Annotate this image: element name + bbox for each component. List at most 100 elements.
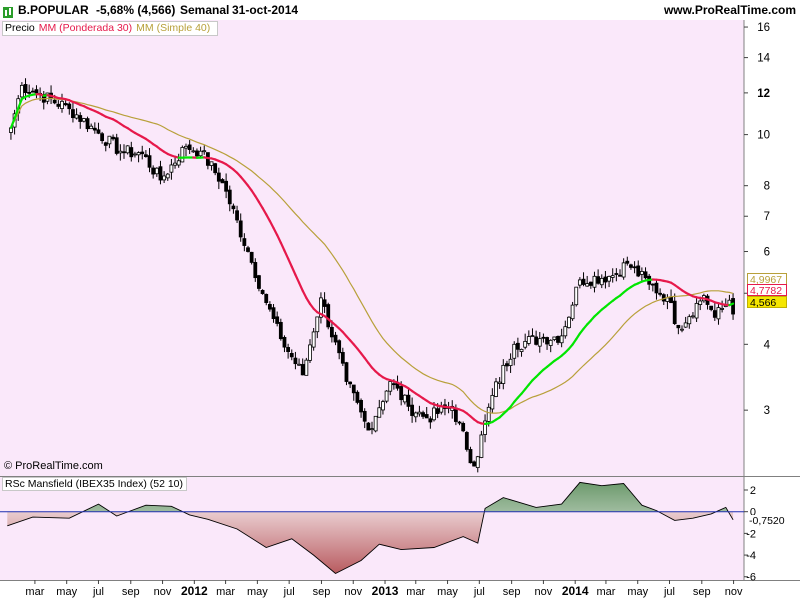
candle-body	[108, 136, 111, 144]
candle-body	[524, 341, 527, 347]
x-tick-label: nov	[344, 586, 362, 598]
x-tick-label: sep	[122, 586, 140, 598]
legend-ma-simple[interactable]: MM (Simple 40)	[136, 22, 210, 34]
candle-body	[298, 364, 301, 365]
candle-body	[381, 402, 384, 410]
candle-body	[152, 168, 155, 174]
candle-body	[640, 271, 643, 274]
header-bar: B.POPULAR -5,68% (4,566) Semanal 31-oct-…	[0, 0, 800, 20]
candle-body	[126, 146, 129, 153]
candle-body	[305, 360, 308, 375]
candle-body	[542, 337, 545, 338]
candle-body	[279, 322, 282, 338]
candle-body	[480, 435, 483, 458]
legend-price[interactable]: Precio	[5, 22, 35, 34]
candle-body	[564, 327, 567, 336]
candle-body	[20, 85, 23, 97]
candle-body	[567, 317, 570, 327]
candle-body	[338, 341, 341, 353]
candle-body	[695, 303, 698, 318]
symbol-label: B.POPULAR	[18, 3, 89, 17]
candle-body	[553, 337, 556, 340]
price-panel-bg	[0, 20, 744, 476]
candle-body	[345, 363, 348, 382]
candle-body	[465, 432, 468, 449]
x-tick-label: mar	[25, 586, 44, 598]
candle-body	[615, 274, 618, 275]
candle-body	[268, 304, 271, 309]
candle-body	[79, 116, 82, 122]
candle-body	[677, 325, 680, 327]
candle-body	[389, 382, 392, 392]
candle-body	[159, 167, 162, 180]
price-tick-label: 10	[757, 130, 770, 142]
candle-body	[301, 364, 304, 374]
copyright-text: © ProRealTime.com	[4, 460, 103, 472]
candle-body	[363, 411, 366, 421]
candle-body	[112, 137, 115, 139]
candle-body	[341, 352, 344, 363]
candle-body	[61, 101, 64, 108]
candle-body	[68, 104, 71, 109]
candle-body	[163, 176, 166, 180]
candle-body	[257, 276, 260, 289]
candle-body	[174, 163, 177, 165]
candle-body	[611, 276, 614, 278]
candle-body	[531, 336, 534, 337]
candle-body	[688, 317, 691, 324]
candle-body	[309, 345, 312, 360]
indicator-tick-label: -2	[746, 528, 756, 540]
price-tick-label: 12	[757, 88, 770, 100]
candle-body	[535, 337, 538, 344]
candle-body	[644, 272, 647, 278]
candle-body	[232, 206, 235, 209]
price-badge: 4,566	[747, 296, 787, 308]
x-tick-label: sep	[313, 586, 331, 598]
candle-body	[276, 317, 279, 324]
candle-body	[367, 423, 370, 430]
x-tick-label: may	[627, 586, 648, 598]
candle-body	[637, 266, 640, 276]
candle-body	[710, 306, 713, 309]
candle-body	[130, 148, 133, 157]
candle-body	[717, 308, 720, 319]
candle-body	[356, 392, 359, 402]
candle-body	[593, 276, 596, 287]
price-tick-label: 7	[764, 211, 770, 223]
candle-body	[673, 301, 676, 323]
candle-body	[487, 407, 490, 421]
candle-body	[323, 300, 326, 307]
price-tick-label: 4	[764, 339, 771, 351]
candle-body	[349, 382, 352, 384]
candle-body	[549, 340, 552, 345]
legend-ma-weighted[interactable]: MM (Ponderada 30)	[39, 22, 132, 34]
candle-body	[491, 395, 494, 409]
indicator-legend[interactable]: RSc Mansfield (IBEX35 Index) (52 10)	[2, 477, 187, 491]
candle-body	[192, 151, 195, 152]
candle-body	[626, 261, 629, 263]
candle-body	[31, 91, 34, 92]
candle-body	[578, 280, 581, 285]
candle-body	[659, 293, 662, 294]
site-link[interactable]: www.ProRealTime.com	[664, 3, 796, 17]
candle-body	[546, 337, 549, 343]
x-tick-label: mar	[216, 586, 235, 598]
candle-body	[352, 385, 355, 393]
candle-body	[57, 104, 60, 106]
candle-body	[360, 400, 363, 412]
candle-body	[619, 275, 622, 276]
candle-body	[622, 263, 625, 277]
period-label: Semanal	[180, 3, 229, 17]
x-tick-label: jul	[663, 586, 675, 598]
ma-weighted-segment	[729, 304, 733, 306]
price-tick-label: 6	[764, 247, 770, 259]
candle-body	[327, 305, 330, 327]
instrument-icon	[3, 5, 13, 16]
candle-body	[429, 419, 432, 422]
candle-body	[418, 412, 421, 414]
candle-body	[411, 405, 414, 415]
date-label: 31-oct-2014	[232, 3, 298, 17]
chart-root: 34567810121416-6-4-202marmayjulsepnov201…	[0, 0, 800, 600]
candle-body	[458, 422, 461, 423]
candle-body	[371, 429, 374, 430]
